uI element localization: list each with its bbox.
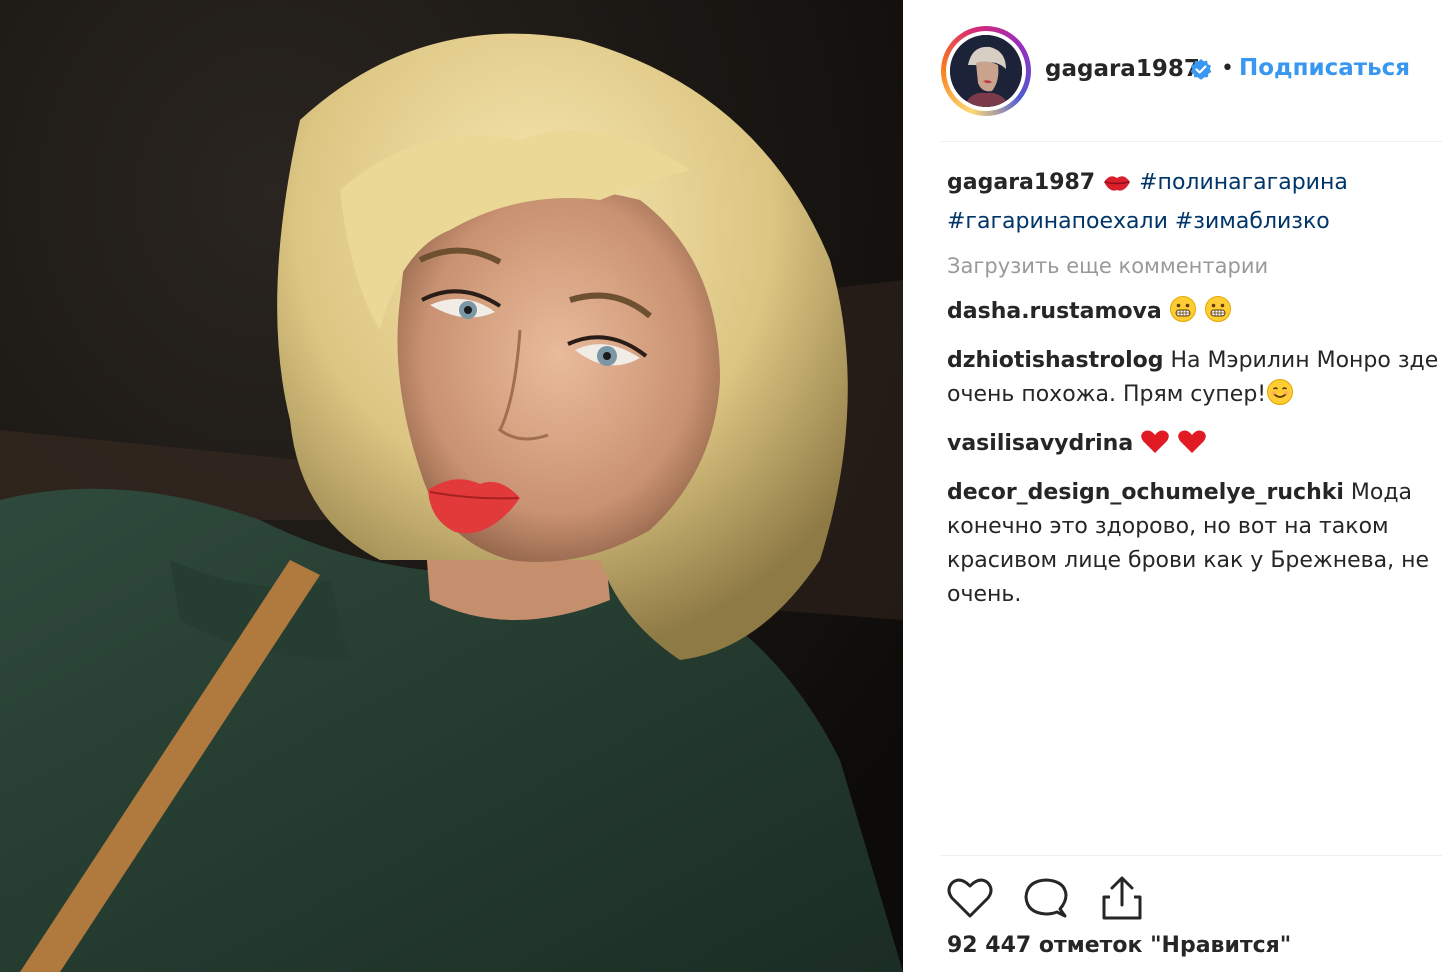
post-side-panel: gagara1987 • Подписаться gagara1987 #пол… [903,0,1442,972]
comments-list: gagara1987 #полинагагарина #гагаринапоех… [947,166,1442,622]
header-divider [941,141,1442,142]
comment-username[interactable]: decor_design_ochumelye_ruchki [947,480,1344,505]
verified-badge-icon [1189,58,1213,82]
hashtag-link[interactable]: #гагаринапоехали #зимаблизко [947,209,1330,234]
kiss-lips-icon [1102,171,1132,205]
separator-dot: • [1221,56,1234,81]
red-heart-icon [1140,429,1170,466]
comment-text: Мода [1350,480,1413,505]
comment-item: dzhiotishastrolog На Мэрилин Монро зде о… [947,344,1442,417]
likes-count[interactable]: 92 447 отметок "Нравится" [947,933,1291,958]
comment-username[interactable]: dasha.rustamova [947,299,1162,324]
caption: gagara1987 #полинагагарина #гагаринапоех… [947,166,1442,239]
caption-username[interactable]: gagara1987 [947,170,1095,195]
comment-item: decor_design_ochumelye_ruchki Мода конеч… [947,476,1442,612]
comment-bubble-icon[interactable] [1021,873,1071,923]
author-username[interactable]: gagara1987 [1045,56,1200,82]
load-more-comments[interactable]: Загрузить еще комментарии [947,249,1442,283]
comment-item: vasilisavydrina [947,427,1442,466]
share-upload-icon[interactable] [1097,873,1147,923]
hashtag-link[interactable]: #полинагагарина [1139,170,1348,195]
post-actions [945,873,1147,925]
comment-username[interactable]: vasilisavydrina [947,431,1133,456]
like-heart-icon[interactable] [945,873,995,923]
smiling-face-icon [1266,378,1294,417]
comment-text: конечно это здорово, но вот на таком [947,514,1389,539]
post-header: gagara1987 • Подписаться [903,0,1442,141]
post-photo[interactable] [0,0,903,972]
comment-text: На Мэрилин Монро зде [1170,348,1439,373]
actions-divider [941,855,1442,856]
follow-button[interactable]: Подписаться [1239,55,1410,81]
comment-item: dasha.rustamova [947,295,1442,334]
avatar[interactable] [941,26,1031,116]
grinning-face-icon [1169,295,1197,334]
comment-username[interactable]: dzhiotishastrolog [947,348,1164,373]
red-heart-icon [1177,429,1207,466]
selfie-illustration [0,0,903,972]
comment-text: очень похожа. Прям супер! [947,382,1267,407]
comment-text: красивом лице брови как у Брежнева, не [947,548,1430,573]
comment-text: очень. [947,582,1022,607]
grinning-face-icon [1204,295,1232,334]
